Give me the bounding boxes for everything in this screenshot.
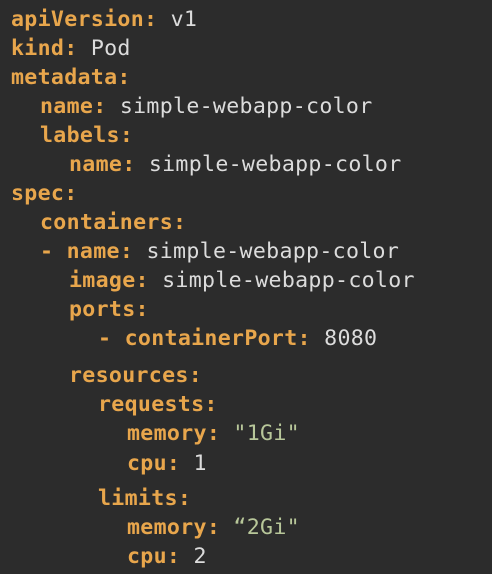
key-kind: kind xyxy=(11,36,65,61)
key-metadata: metadata xyxy=(11,65,118,90)
key-limits-memory: memory xyxy=(127,515,207,540)
line-api-version: apiVersion: v1 xyxy=(11,7,198,32)
yaml-code-view: apiVersion: v1 kind: Pod metadata: name:… xyxy=(0,0,492,574)
key-limits: limits xyxy=(98,486,178,511)
key-requests: requests xyxy=(98,392,205,417)
line-resources: resources: xyxy=(69,363,203,388)
key-requests-memory: memory xyxy=(127,421,207,446)
line-labels: labels: xyxy=(40,123,134,148)
key-ports: ports xyxy=(69,297,136,322)
line-container-port: - containerPort: 8080 xyxy=(98,326,378,351)
value-kind: Pod xyxy=(90,36,131,61)
value-labels-name: simple-webapp-color xyxy=(148,152,402,177)
line-image: image: simple-webapp-color xyxy=(69,268,415,293)
line-metadata: metadata: xyxy=(11,65,131,90)
line-requests-memory: memory: "1Gi" xyxy=(127,421,300,446)
line-container-name: - name: simple-webapp-color xyxy=(40,239,400,264)
value-requests-memory: "1Gi" xyxy=(233,421,300,446)
line-metadata-name: name: simple-webapp-color xyxy=(40,94,373,119)
list-dash: - xyxy=(98,326,112,351)
key-image: image xyxy=(69,268,136,293)
value-limits-memory: “2Gi" xyxy=(233,515,300,540)
key-container-port: containerPort xyxy=(124,326,298,351)
value-limits-cpu: 2 xyxy=(193,544,207,569)
value-image: simple-webapp-color xyxy=(162,268,415,293)
line-kind: kind: Pod xyxy=(11,36,131,61)
line-containers: containers: xyxy=(40,210,187,235)
line-ports: ports: xyxy=(69,297,149,322)
key-labels: labels xyxy=(40,123,120,148)
line-requests: requests: xyxy=(98,392,218,417)
line-spec: spec: xyxy=(11,181,78,206)
list-dash: - xyxy=(40,239,54,264)
key-container-name: name xyxy=(66,239,120,264)
line-labels-name: name: simple-webapp-color xyxy=(69,152,402,177)
key-api-version: apiVersion xyxy=(11,7,145,32)
value-api-version: v1 xyxy=(170,7,198,32)
value-container-name: simple-webapp-color xyxy=(146,239,400,264)
key-spec: spec xyxy=(11,181,65,206)
line-limits-memory: memory: “2Gi" xyxy=(127,515,300,540)
value-requests-cpu: 1 xyxy=(193,451,207,476)
line-requests-cpu: cpu: 1 xyxy=(127,451,207,476)
line-limits: limits: xyxy=(98,486,192,511)
key-containers: containers xyxy=(40,210,174,235)
line-limits-cpu: cpu: 2 xyxy=(127,544,207,569)
key-resources: resources xyxy=(69,363,189,388)
value-metadata-name: simple-webapp-color xyxy=(119,94,373,119)
value-container-port: 8080 xyxy=(324,326,378,351)
key-labels-name: name xyxy=(69,152,123,177)
key-limits-cpu: cpu xyxy=(127,544,167,569)
key-metadata-name: name xyxy=(40,94,94,119)
key-requests-cpu: cpu xyxy=(127,451,167,476)
